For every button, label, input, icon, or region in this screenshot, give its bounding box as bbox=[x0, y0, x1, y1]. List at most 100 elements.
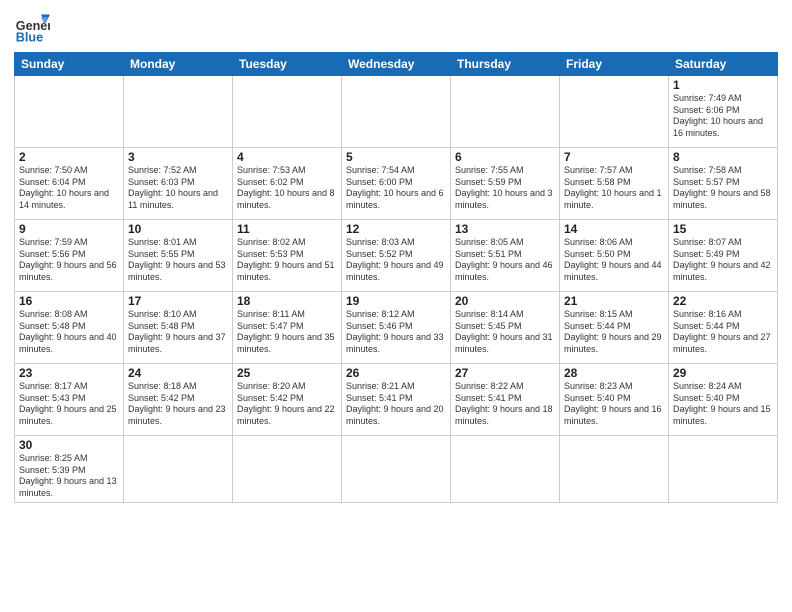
calendar-day-cell: 30Sunrise: 8:25 AM Sunset: 5:39 PM Dayli… bbox=[15, 436, 124, 503]
calendar-day-cell: 26Sunrise: 8:21 AM Sunset: 5:41 PM Dayli… bbox=[342, 364, 451, 436]
calendar-day-cell: 20Sunrise: 8:14 AM Sunset: 5:45 PM Dayli… bbox=[451, 292, 560, 364]
day-number: 3 bbox=[128, 150, 228, 164]
day-number: 9 bbox=[19, 222, 119, 236]
day-info: Sunrise: 8:24 AM Sunset: 5:40 PM Dayligh… bbox=[673, 381, 773, 428]
calendar-week-row: 23Sunrise: 8:17 AM Sunset: 5:43 PM Dayli… bbox=[15, 364, 778, 436]
day-number: 15 bbox=[673, 222, 773, 236]
calendar-header-row: SundayMondayTuesdayWednesdayThursdayFrid… bbox=[15, 53, 778, 76]
header: General Blue bbox=[14, 10, 778, 46]
day-number: 25 bbox=[237, 366, 337, 380]
day-info: Sunrise: 7:57 AM Sunset: 5:58 PM Dayligh… bbox=[564, 165, 664, 212]
calendar-day-cell: 5Sunrise: 7:54 AM Sunset: 6:00 PM Daylig… bbox=[342, 148, 451, 220]
day-number: 20 bbox=[455, 294, 555, 308]
day-number: 28 bbox=[564, 366, 664, 380]
day-info: Sunrise: 8:25 AM Sunset: 5:39 PM Dayligh… bbox=[19, 453, 119, 500]
day-number: 4 bbox=[237, 150, 337, 164]
calendar-day-cell bbox=[233, 76, 342, 148]
day-number: 5 bbox=[346, 150, 446, 164]
day-info: Sunrise: 7:49 AM Sunset: 6:06 PM Dayligh… bbox=[673, 93, 773, 140]
weekday-header-saturday: Saturday bbox=[669, 53, 778, 76]
calendar-day-cell bbox=[560, 76, 669, 148]
weekday-header-thursday: Thursday bbox=[451, 53, 560, 76]
day-number: 13 bbox=[455, 222, 555, 236]
day-number: 21 bbox=[564, 294, 664, 308]
calendar-day-cell: 14Sunrise: 8:06 AM Sunset: 5:50 PM Dayli… bbox=[560, 220, 669, 292]
calendar-day-cell: 29Sunrise: 8:24 AM Sunset: 5:40 PM Dayli… bbox=[669, 364, 778, 436]
weekday-header-sunday: Sunday bbox=[15, 53, 124, 76]
day-number: 11 bbox=[237, 222, 337, 236]
day-info: Sunrise: 7:50 AM Sunset: 6:04 PM Dayligh… bbox=[19, 165, 119, 212]
calendar-day-cell: 15Sunrise: 8:07 AM Sunset: 5:49 PM Dayli… bbox=[669, 220, 778, 292]
calendar-day-cell: 6Sunrise: 7:55 AM Sunset: 5:59 PM Daylig… bbox=[451, 148, 560, 220]
weekday-header-friday: Friday bbox=[560, 53, 669, 76]
calendar-day-cell: 12Sunrise: 8:03 AM Sunset: 5:52 PM Dayli… bbox=[342, 220, 451, 292]
day-number: 12 bbox=[346, 222, 446, 236]
calendar-day-cell bbox=[451, 76, 560, 148]
day-number: 10 bbox=[128, 222, 228, 236]
day-info: Sunrise: 7:55 AM Sunset: 5:59 PM Dayligh… bbox=[455, 165, 555, 212]
calendar-day-cell: 13Sunrise: 8:05 AM Sunset: 5:51 PM Dayli… bbox=[451, 220, 560, 292]
calendar-day-cell: 9Sunrise: 7:59 AM Sunset: 5:56 PM Daylig… bbox=[15, 220, 124, 292]
calendar-day-cell bbox=[124, 76, 233, 148]
calendar-day-cell bbox=[669, 436, 778, 503]
day-info: Sunrise: 8:20 AM Sunset: 5:42 PM Dayligh… bbox=[237, 381, 337, 428]
calendar-day-cell: 16Sunrise: 8:08 AM Sunset: 5:48 PM Dayli… bbox=[15, 292, 124, 364]
day-number: 23 bbox=[19, 366, 119, 380]
day-info: Sunrise: 8:18 AM Sunset: 5:42 PM Dayligh… bbox=[128, 381, 228, 428]
calendar-day-cell bbox=[233, 436, 342, 503]
day-info: Sunrise: 8:07 AM Sunset: 5:49 PM Dayligh… bbox=[673, 237, 773, 284]
day-number: 29 bbox=[673, 366, 773, 380]
calendar-day-cell: 1Sunrise: 7:49 AM Sunset: 6:06 PM Daylig… bbox=[669, 76, 778, 148]
day-number: 17 bbox=[128, 294, 228, 308]
day-info: Sunrise: 8:14 AM Sunset: 5:45 PM Dayligh… bbox=[455, 309, 555, 356]
weekday-header-wednesday: Wednesday bbox=[342, 53, 451, 76]
day-info: Sunrise: 8:01 AM Sunset: 5:55 PM Dayligh… bbox=[128, 237, 228, 284]
day-number: 22 bbox=[673, 294, 773, 308]
calendar-day-cell: 11Sunrise: 8:02 AM Sunset: 5:53 PM Dayli… bbox=[233, 220, 342, 292]
calendar-table: SundayMondayTuesdayWednesdayThursdayFrid… bbox=[14, 52, 778, 503]
day-number: 2 bbox=[19, 150, 119, 164]
day-number: 16 bbox=[19, 294, 119, 308]
calendar-week-row: 2Sunrise: 7:50 AM Sunset: 6:04 PM Daylig… bbox=[15, 148, 778, 220]
calendar-day-cell bbox=[451, 436, 560, 503]
day-info: Sunrise: 8:15 AM Sunset: 5:44 PM Dayligh… bbox=[564, 309, 664, 356]
day-number: 26 bbox=[346, 366, 446, 380]
calendar-day-cell: 17Sunrise: 8:10 AM Sunset: 5:48 PM Dayli… bbox=[124, 292, 233, 364]
day-info: Sunrise: 8:23 AM Sunset: 5:40 PM Dayligh… bbox=[564, 381, 664, 428]
day-info: Sunrise: 8:22 AM Sunset: 5:41 PM Dayligh… bbox=[455, 381, 555, 428]
calendar-day-cell bbox=[342, 76, 451, 148]
day-info: Sunrise: 7:54 AM Sunset: 6:00 PM Dayligh… bbox=[346, 165, 446, 212]
weekday-header-monday: Monday bbox=[124, 53, 233, 76]
day-info: Sunrise: 8:06 AM Sunset: 5:50 PM Dayligh… bbox=[564, 237, 664, 284]
day-info: Sunrise: 8:21 AM Sunset: 5:41 PM Dayligh… bbox=[346, 381, 446, 428]
day-info: Sunrise: 8:10 AM Sunset: 5:48 PM Dayligh… bbox=[128, 309, 228, 356]
generalblue-logo-icon: General Blue bbox=[14, 10, 50, 46]
day-number: 14 bbox=[564, 222, 664, 236]
day-info: Sunrise: 8:16 AM Sunset: 5:44 PM Dayligh… bbox=[673, 309, 773, 356]
calendar-day-cell: 25Sunrise: 8:20 AM Sunset: 5:42 PM Dayli… bbox=[233, 364, 342, 436]
day-number: 19 bbox=[346, 294, 446, 308]
calendar-day-cell bbox=[560, 436, 669, 503]
page: General Blue SundayMondayTuesdayWednesda… bbox=[0, 0, 792, 612]
weekday-header-tuesday: Tuesday bbox=[233, 53, 342, 76]
day-info: Sunrise: 7:59 AM Sunset: 5:56 PM Dayligh… bbox=[19, 237, 119, 284]
calendar-day-cell: 8Sunrise: 7:58 AM Sunset: 5:57 PM Daylig… bbox=[669, 148, 778, 220]
day-info: Sunrise: 7:58 AM Sunset: 5:57 PM Dayligh… bbox=[673, 165, 773, 212]
calendar-day-cell: 18Sunrise: 8:11 AM Sunset: 5:47 PM Dayli… bbox=[233, 292, 342, 364]
day-info: Sunrise: 7:53 AM Sunset: 6:02 PM Dayligh… bbox=[237, 165, 337, 212]
day-number: 7 bbox=[564, 150, 664, 164]
calendar-day-cell: 23Sunrise: 8:17 AM Sunset: 5:43 PM Dayli… bbox=[15, 364, 124, 436]
calendar-day-cell: 22Sunrise: 8:16 AM Sunset: 5:44 PM Dayli… bbox=[669, 292, 778, 364]
day-number: 6 bbox=[455, 150, 555, 164]
day-info: Sunrise: 8:17 AM Sunset: 5:43 PM Dayligh… bbox=[19, 381, 119, 428]
day-number: 18 bbox=[237, 294, 337, 308]
day-info: Sunrise: 8:03 AM Sunset: 5:52 PM Dayligh… bbox=[346, 237, 446, 284]
day-info: Sunrise: 8:12 AM Sunset: 5:46 PM Dayligh… bbox=[346, 309, 446, 356]
day-number: 1 bbox=[673, 78, 773, 92]
day-info: Sunrise: 8:05 AM Sunset: 5:51 PM Dayligh… bbox=[455, 237, 555, 284]
calendar-day-cell: 4Sunrise: 7:53 AM Sunset: 6:02 PM Daylig… bbox=[233, 148, 342, 220]
calendar-day-cell: 10Sunrise: 8:01 AM Sunset: 5:55 PM Dayli… bbox=[124, 220, 233, 292]
calendar-day-cell: 24Sunrise: 8:18 AM Sunset: 5:42 PM Dayli… bbox=[124, 364, 233, 436]
calendar-day-cell bbox=[342, 436, 451, 503]
day-number: 24 bbox=[128, 366, 228, 380]
